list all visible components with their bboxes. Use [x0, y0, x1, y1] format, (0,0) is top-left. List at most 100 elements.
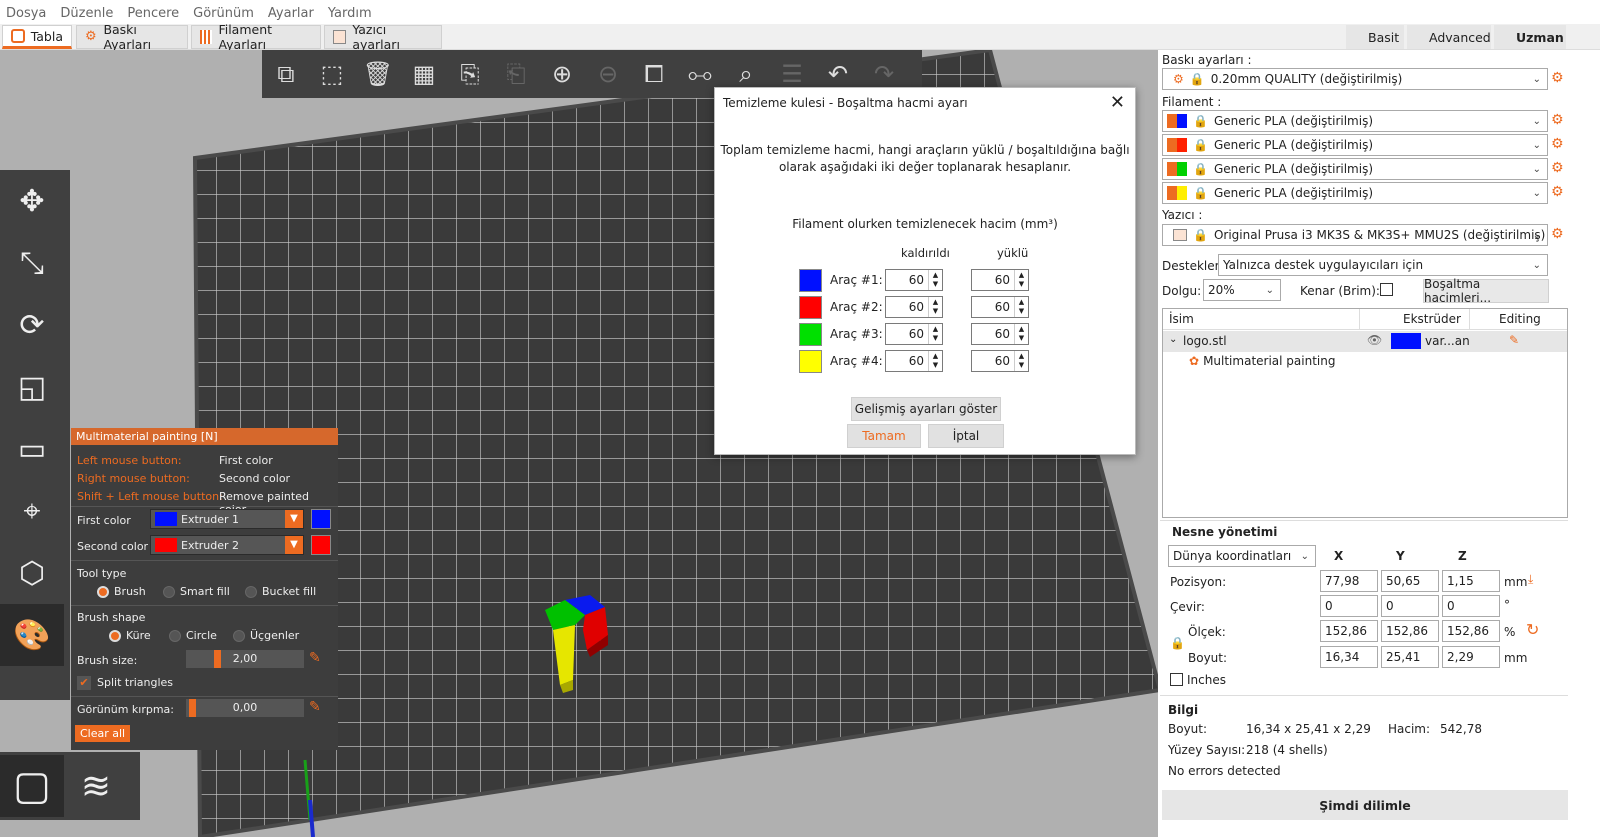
- tool-3-removed-spin[interactable]: 60 ▲ ▼: [885, 323, 943, 345]
- scale-tool[interactable]: ⤡: [0, 232, 64, 294]
- filament-2-combo[interactable]: 🔒 Generic PLA (değiştirilmiş) ⌄: [1162, 134, 1548, 156]
- preview-button[interactable]: ≋: [64, 755, 128, 817]
- spin-arrows-icon[interactable]: ▲ ▼: [1014, 324, 1028, 344]
- tab-print-settings[interactable]: ⚙ Baskı Ayarları: [76, 22, 188, 52]
- col-name-header[interactable]: İsim: [1169, 312, 1194, 326]
- size-y-field[interactable]: 25,41: [1381, 646, 1439, 668]
- reset-scale-icon[interactable]: ↻: [1526, 620, 1539, 639]
- tool-4-removed-spin[interactable]: 60 ▲ ▼: [885, 350, 943, 372]
- shape-sphere-radio[interactable]: Küre: [109, 629, 151, 642]
- edit-icon[interactable]: ✎: [309, 699, 321, 715]
- delete-all-button[interactable]: 🗑: [358, 54, 398, 94]
- move-tool[interactable]: ✥: [0, 170, 64, 232]
- object-extruder[interactable]: var...an: [1425, 334, 1470, 348]
- brush-size-slider[interactable]: 2,00: [186, 650, 304, 668]
- print-settings-gear-icon[interactable]: ⚙: [1551, 70, 1564, 86]
- second-color-select[interactable]: Extruder 2 ▼: [150, 535, 304, 555]
- menu-view[interactable]: Görünüm: [193, 6, 254, 21]
- filament-4-gear-icon[interactable]: ⚙: [1551, 184, 1564, 200]
- place-on-face-tool[interactable]: ◱: [0, 356, 64, 418]
- first-color-swatch[interactable]: [311, 509, 331, 529]
- show-advanced-button[interactable]: Gelişmiş ayarları göster: [851, 397, 1001, 421]
- position-x-field[interactable]: 77,98: [1320, 570, 1378, 592]
- rotate-tool[interactable]: ⟳: [0, 294, 64, 356]
- paste-button[interactable]: ⎗: [496, 54, 536, 94]
- menu-file[interactable]: Dosya: [6, 6, 46, 21]
- supports-combo[interactable]: Yalnızca destek uygulayıcıları için ⌄: [1218, 254, 1548, 276]
- col-editing-header[interactable]: Editing: [1499, 312, 1541, 326]
- support-paint-tool[interactable]: ⌖: [0, 480, 64, 542]
- copy-button[interactable]: ⎘: [450, 54, 490, 94]
- rotate-z-field[interactable]: 0: [1442, 595, 1500, 617]
- inches-checkbox[interactable]: [1170, 673, 1183, 686]
- add-object-button[interactable]: ⧉: [266, 54, 306, 94]
- object-row[interactable]: ⌄ logo.stl 👁 var...an ✎: [1163, 331, 1567, 352]
- mode-advanced[interactable]: Advanced: [1407, 25, 1491, 49]
- tool-4-loaded-spin[interactable]: 60 ▲ ▼: [971, 350, 1029, 372]
- tool-1-loaded-spin[interactable]: 60 ▲ ▼: [971, 269, 1029, 291]
- scale-y-field[interactable]: 152,86: [1381, 620, 1439, 642]
- printer-gear-icon[interactable]: ⚙: [1551, 226, 1564, 242]
- rotate-y-field[interactable]: 0: [1381, 595, 1439, 617]
- menu-window[interactable]: Pencere: [127, 6, 179, 21]
- tool-smart-fill-radio[interactable]: Smart fill: [163, 585, 230, 598]
- chevron-down-icon[interactable]: ⌄: [1169, 334, 1177, 345]
- purge-volumes-button[interactable]: Boşaltma hacimleri...: [1423, 277, 1549, 305]
- shape-triangles-radio[interactable]: Üçgenler: [233, 629, 299, 642]
- tab-printer-settings[interactable]: Yazıcı ayarları: [324, 22, 442, 52]
- lock-icon[interactable]: 🔒: [1170, 636, 1185, 650]
- position-y-field[interactable]: 50,65: [1381, 570, 1439, 592]
- edit-icon[interactable]: ✎: [309, 650, 321, 666]
- tool-brush-radio[interactable]: Brush: [97, 585, 146, 598]
- filament-1-combo[interactable]: 🔒 Generic PLA (değiştirilmiş) ⌄: [1162, 110, 1548, 132]
- cancel-button[interactable]: İptal: [928, 424, 1004, 448]
- split-triangles-checkbox[interactable]: ✔ Split triangles: [77, 676, 173, 690]
- mode-expert[interactable]: Uzman: [1494, 25, 1566, 49]
- tab-plater[interactable]: Tabla: [2, 25, 72, 49]
- menu-help[interactable]: Yardım: [328, 6, 372, 21]
- filament-2-gear-icon[interactable]: ⚙: [1551, 136, 1564, 152]
- tool-3-loaded-spin[interactable]: 60 ▲ ▼: [971, 323, 1029, 345]
- clear-all-button[interactable]: Clear all: [75, 725, 131, 742]
- ok-button[interactable]: Tamam: [847, 424, 921, 448]
- first-color-select[interactable]: Extruder 1 ▼: [150, 509, 304, 529]
- spin-arrows-icon[interactable]: ▲ ▼: [928, 324, 942, 344]
- scale-x-field[interactable]: 152,86: [1320, 620, 1378, 642]
- spin-arrows-icon[interactable]: ▲ ▼: [1014, 351, 1028, 371]
- spin-arrows-icon[interactable]: ▲ ▼: [928, 351, 942, 371]
- menu-settings[interactable]: Ayarlar: [268, 6, 314, 21]
- clipping-slider[interactable]: 0,00: [186, 699, 304, 717]
- mmu-paint-tool[interactable]: 🎨: [0, 604, 64, 666]
- brim-checkbox[interactable]: [1380, 283, 1393, 296]
- menu-edit[interactable]: Düzenle: [60, 6, 113, 21]
- second-color-swatch[interactable]: [311, 535, 331, 555]
- spin-arrows-icon[interactable]: ▲ ▼: [1014, 297, 1028, 317]
- 3d-view-button[interactable]: ▢: [0, 755, 64, 817]
- filament-3-combo[interactable]: 🔒 Generic PLA (değiştirilmiş) ⌄: [1162, 158, 1548, 180]
- eye-icon[interactable]: 👁: [1367, 333, 1382, 347]
- spin-arrows-icon[interactable]: ▲ ▼: [1014, 270, 1028, 290]
- add-instance-button[interactable]: ⊕: [542, 54, 582, 94]
- filament-1-gear-icon[interactable]: ⚙: [1551, 112, 1564, 128]
- mode-simple[interactable]: Basit: [1346, 25, 1404, 49]
- slice-now-button[interactable]: Şimdi dilimle: [1162, 790, 1568, 820]
- edit-icon[interactable]: ✎: [1509, 333, 1519, 347]
- arrange-button[interactable]: ▦: [404, 54, 444, 94]
- print-preset-combo[interactable]: ⚙ 🔒 0.20mm QUALITY (değiştirilmiş) ⌄: [1162, 68, 1548, 90]
- spin-arrows-icon[interactable]: ▲ ▼: [928, 270, 942, 290]
- rotate-x-field[interactable]: 0: [1320, 595, 1378, 617]
- cut-tool[interactable]: ▭: [0, 418, 64, 480]
- size-x-field[interactable]: 16,34: [1320, 646, 1378, 668]
- seam-paint-tool[interactable]: ⬡: [0, 542, 64, 604]
- filament-3-gear-icon[interactable]: ⚙: [1551, 160, 1564, 176]
- paint-child-row[interactable]: ✿ Multimaterial painting: [1189, 354, 1335, 368]
- tool-2-loaded-spin[interactable]: 60 ▲ ▼: [971, 296, 1029, 318]
- tool-1-removed-spin[interactable]: 60 ▲ ▼: [885, 269, 943, 291]
- split-objects-button[interactable]: ⧠: [634, 54, 674, 94]
- infill-combo[interactable]: 20% ⌄: [1203, 279, 1281, 301]
- tool-bucket-fill-radio[interactable]: Bucket fill: [245, 585, 316, 598]
- shape-circle-radio[interactable]: Circle: [169, 629, 217, 642]
- position-z-field[interactable]: 1,15: [1442, 570, 1500, 592]
- scale-z-field[interactable]: 152,86: [1442, 620, 1500, 642]
- printer-preset-combo[interactable]: 🔒 Original Prusa i3 MK3S & MK3S+ MMU2S (…: [1162, 224, 1548, 246]
